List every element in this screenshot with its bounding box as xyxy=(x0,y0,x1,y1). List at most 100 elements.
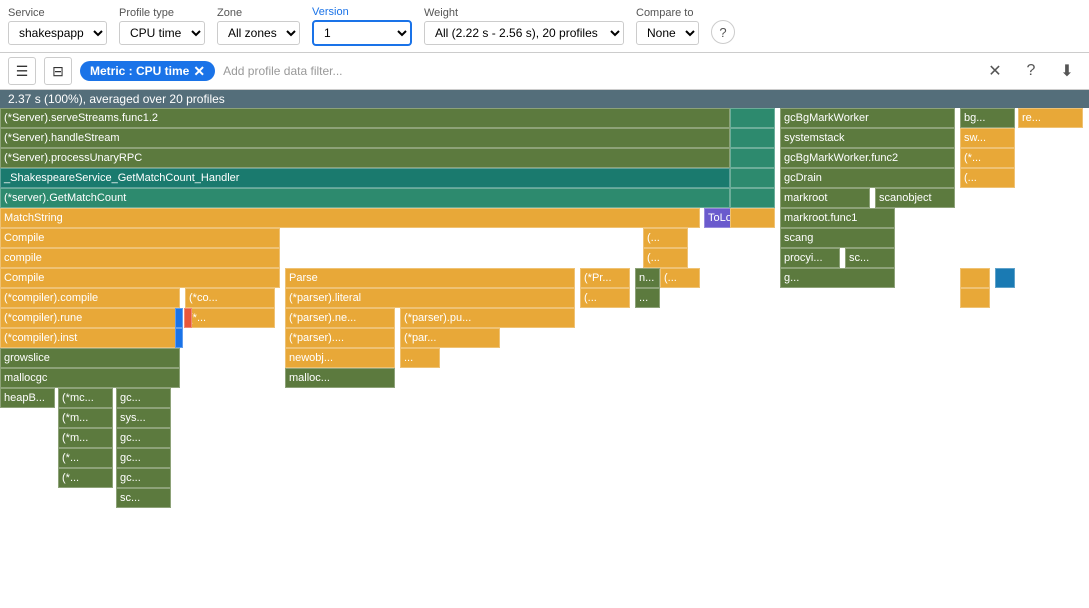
metric-chip[interactable]: Metric : CPU time ✕ xyxy=(80,61,215,81)
flame-block[interactable]: gcBgMarkWorker xyxy=(780,108,955,128)
flame-block[interactable]: procyi... xyxy=(780,248,840,268)
flame-block[interactable]: (*parser).ne... xyxy=(285,308,395,328)
flame-block[interactable]: (*co... xyxy=(185,288,275,308)
flame-block[interactable]: (*... xyxy=(58,468,113,488)
help-button[interactable]: ? xyxy=(1017,57,1045,85)
filter-placeholder[interactable]: Add profile data filter... xyxy=(223,64,973,78)
flame-block[interactable]: scanobject xyxy=(875,188,955,208)
flame-block[interactable]: (*parser).... xyxy=(285,328,395,348)
flame-block[interactable] xyxy=(175,308,183,328)
flame-block[interactable]: Parse xyxy=(285,268,575,288)
flame-block[interactable]: (*compiler).inst xyxy=(0,328,180,348)
flame-block[interactable]: mallocgc xyxy=(0,368,180,388)
compare-dropdown-group: Compare to None xyxy=(636,7,699,45)
flame-block[interactable]: sys... xyxy=(116,408,171,428)
flame-block[interactable]: MatchString xyxy=(0,208,700,228)
profile-type-select[interactable]: CPU time xyxy=(119,21,205,45)
flame-block[interactable] xyxy=(995,268,1015,288)
compare-select[interactable]: None xyxy=(636,21,699,45)
flame-block[interactable] xyxy=(960,268,990,288)
flame-block[interactable]: (... xyxy=(960,168,1015,188)
flame-block[interactable]: (*Pr... xyxy=(580,268,630,288)
flame-block[interactable]: _ShakespeareService_GetMatchCount_Handle… xyxy=(0,168,730,188)
flame-block[interactable]: markroot.func1 xyxy=(780,208,895,228)
flame-block[interactable] xyxy=(730,148,775,168)
flame-block[interactable]: growslice xyxy=(0,348,180,368)
flame-block[interactable]: scang xyxy=(780,228,895,248)
flame-block[interactable]: gc... xyxy=(116,468,171,488)
metric-chip-label: Metric : CPU time xyxy=(90,64,189,78)
flame-block[interactable] xyxy=(184,308,192,328)
flamegraph-area: 2.37 s (100%), averaged over 20 profiles… xyxy=(0,90,1089,608)
flame-block[interactable]: sc... xyxy=(116,488,171,508)
flame-block[interactable]: g... xyxy=(780,268,895,288)
weight-dropdown-group: Weight All (2.22 s - 2.56 s), 20 profile… xyxy=(424,7,624,45)
flame-block[interactable]: re... xyxy=(1018,108,1083,128)
zone-label: Zone xyxy=(217,7,300,19)
flame-block[interactable]: newobj... xyxy=(285,348,395,368)
flame-block[interactable]: (*Server).handleStream xyxy=(0,128,730,148)
flame-block[interactable]: (*... xyxy=(185,308,275,328)
flame-block[interactable] xyxy=(730,128,775,148)
flame-block[interactable]: (... xyxy=(580,288,630,308)
download-button[interactable]: ⬇ xyxy=(1053,57,1081,85)
flame-block[interactable]: bg... xyxy=(960,108,1015,128)
weight-label: Weight xyxy=(424,7,624,19)
flame-block[interactable]: (... xyxy=(660,268,700,288)
flame-block[interactable]: sc... xyxy=(845,248,895,268)
topbar-help-button[interactable]: ? xyxy=(711,20,735,44)
flame-block[interactable]: (*par... xyxy=(400,328,500,348)
version-dropdown-group: Version 1 xyxy=(312,6,412,46)
flame-block[interactable]: n... xyxy=(635,268,660,288)
flame-block[interactable] xyxy=(730,108,775,128)
flame-block[interactable]: (*parser).literal xyxy=(285,288,575,308)
flame-block[interactable]: (*Server).serveStreams.func1.2 xyxy=(0,108,730,128)
flame-block[interactable]: (*... xyxy=(58,448,113,468)
filter-icon: ⊟ xyxy=(52,63,64,80)
flame-block[interactable]: gc... xyxy=(116,428,171,448)
flame-block[interactable]: (*parser).pu... xyxy=(400,308,575,328)
flame-block[interactable]: gcDrain xyxy=(780,168,955,188)
flame-block[interactable] xyxy=(960,288,990,308)
flame-block[interactable]: (*... xyxy=(960,148,1015,168)
flame-block[interactable]: gc... xyxy=(116,448,171,468)
service-dropdown-group: Service shakespapp xyxy=(8,7,107,45)
flame-block[interactable]: gcBgMarkWorker.func2 xyxy=(780,148,955,168)
flame-block[interactable] xyxy=(175,328,183,348)
flame-block[interactable]: ... xyxy=(635,288,660,308)
weight-select[interactable]: All (2.22 s - 2.56 s), 20 profiles xyxy=(424,21,624,45)
flame-block[interactable]: gc... xyxy=(116,388,171,408)
profile-type-label: Profile type xyxy=(119,7,205,19)
flame-block[interactable]: compile xyxy=(0,248,280,268)
flame-block[interactable]: sw... xyxy=(960,128,1015,148)
flame-block[interactable]: (*compiler).compile xyxy=(0,288,180,308)
flame-block[interactable]: (*server).GetMatchCount xyxy=(0,188,730,208)
flame-block[interactable]: (... xyxy=(643,228,688,248)
menu-button[interactable]: ☰ xyxy=(8,57,36,85)
flame-block[interactable]: (*mc... xyxy=(58,388,113,408)
service-select[interactable]: shakespapp xyxy=(8,21,107,45)
flame-block[interactable]: Compile xyxy=(0,268,280,288)
version-select[interactable]: 1 xyxy=(312,20,412,46)
service-label: Service xyxy=(8,7,107,19)
flame-block[interactable]: (*m... xyxy=(58,408,113,428)
zone-select[interactable]: All zones xyxy=(217,21,300,45)
flame-block[interactable] xyxy=(730,208,775,228)
flame-block[interactable]: malloc... xyxy=(285,368,395,388)
flame-block[interactable]: (*m... xyxy=(58,428,113,448)
zone-dropdown-group: Zone All zones xyxy=(217,7,300,45)
flame-block[interactable]: heapB... xyxy=(0,388,55,408)
flame-block[interactable]: (*compiler).rune xyxy=(0,308,180,328)
flame-block[interactable] xyxy=(730,168,775,188)
flame-block[interactable]: (*Server).processUnaryRPC xyxy=(0,148,730,168)
flame-block[interactable]: markroot xyxy=(780,188,870,208)
close-button[interactable]: ✕ xyxy=(981,57,1009,85)
flame-block[interactable]: Compile xyxy=(0,228,280,248)
flame-block[interactable]: (... xyxy=(643,248,688,268)
flame-block[interactable]: systemstack xyxy=(780,128,955,148)
flame-block[interactable] xyxy=(730,188,775,208)
version-label: Version xyxy=(312,6,412,18)
metric-chip-close[interactable]: ✕ xyxy=(193,64,205,78)
flame-block[interactable]: ... xyxy=(400,348,440,368)
filter-button[interactable]: ⊟ xyxy=(44,57,72,85)
